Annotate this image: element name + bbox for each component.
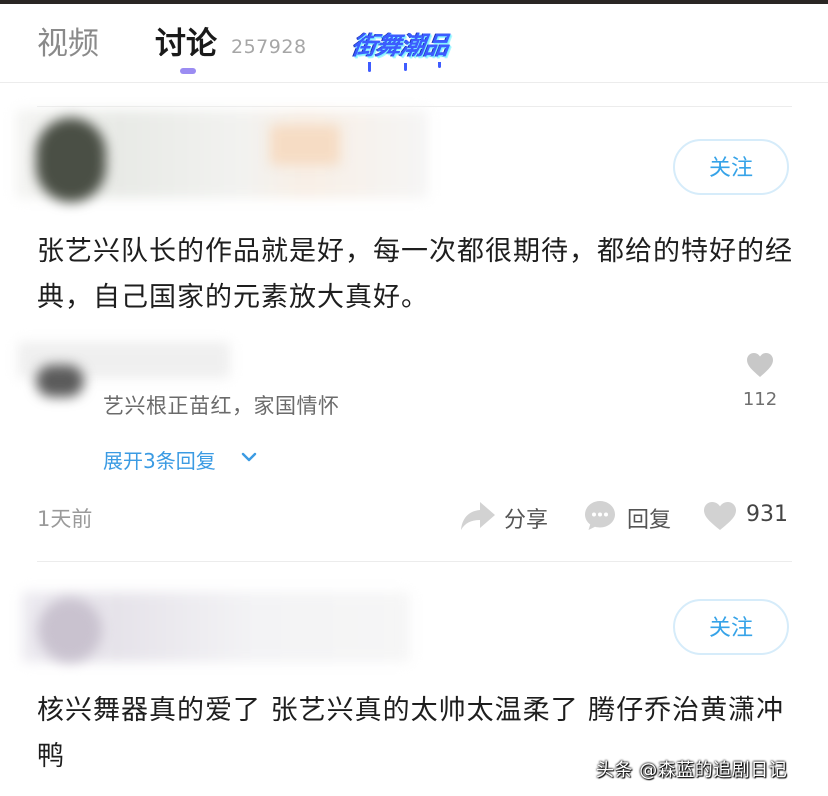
reply-avatar[interactable] (36, 365, 84, 397)
reply-text: 艺兴根正苗红，家国情怀 (103, 394, 340, 418)
logo-drip (404, 63, 407, 71)
heart-icon[interactable] (746, 352, 774, 378)
share-button[interactable]: 分享 (504, 502, 548, 534)
tab-discuss[interactable]: 讨论 (155, 24, 217, 64)
avatar[interactable] (38, 598, 102, 662)
brand-logo[interactable]: 街舞潮品 (350, 26, 462, 74)
follow-button[interactable]: 关注 (673, 139, 789, 195)
share-arrow-icon[interactable] (460, 500, 496, 532)
like-count: 931 (746, 502, 788, 527)
heart-icon[interactable] (703, 501, 737, 531)
speech-bubble-icon[interactable] (583, 499, 617, 532)
logo-drip (368, 62, 371, 72)
reply-button[interactable]: 回复 (627, 502, 671, 534)
logo-drip (438, 62, 441, 68)
avatar[interactable] (36, 118, 106, 202)
active-tab-indicator (180, 68, 196, 74)
reply-like-count: 112 (742, 389, 778, 410)
blurred-badge (270, 125, 340, 165)
follow-button[interactable]: 关注 (673, 599, 789, 655)
tab-bar: 视频 讨论 257928 街舞潮品 (0, 4, 828, 83)
brand-logo-text: 街舞潮品 (350, 31, 451, 60)
tab-video[interactable]: 视频 (37, 24, 99, 64)
comment-time: 1天前 (37, 507, 93, 531)
discuss-count: 257928 (231, 36, 307, 58)
comment-text: 张艺兴队长的作品就是好，每一次都很期待，都给的特好的经典，自己国家的元素放大真好… (37, 236, 793, 313)
expand-replies-link[interactable]: 展开3条回复 (103, 445, 216, 474)
chevron-down-icon[interactable] (240, 450, 258, 464)
watermark: 头条 @森蓝的追剧日记 (596, 760, 788, 781)
divider (37, 561, 792, 562)
divider (37, 106, 792, 107)
